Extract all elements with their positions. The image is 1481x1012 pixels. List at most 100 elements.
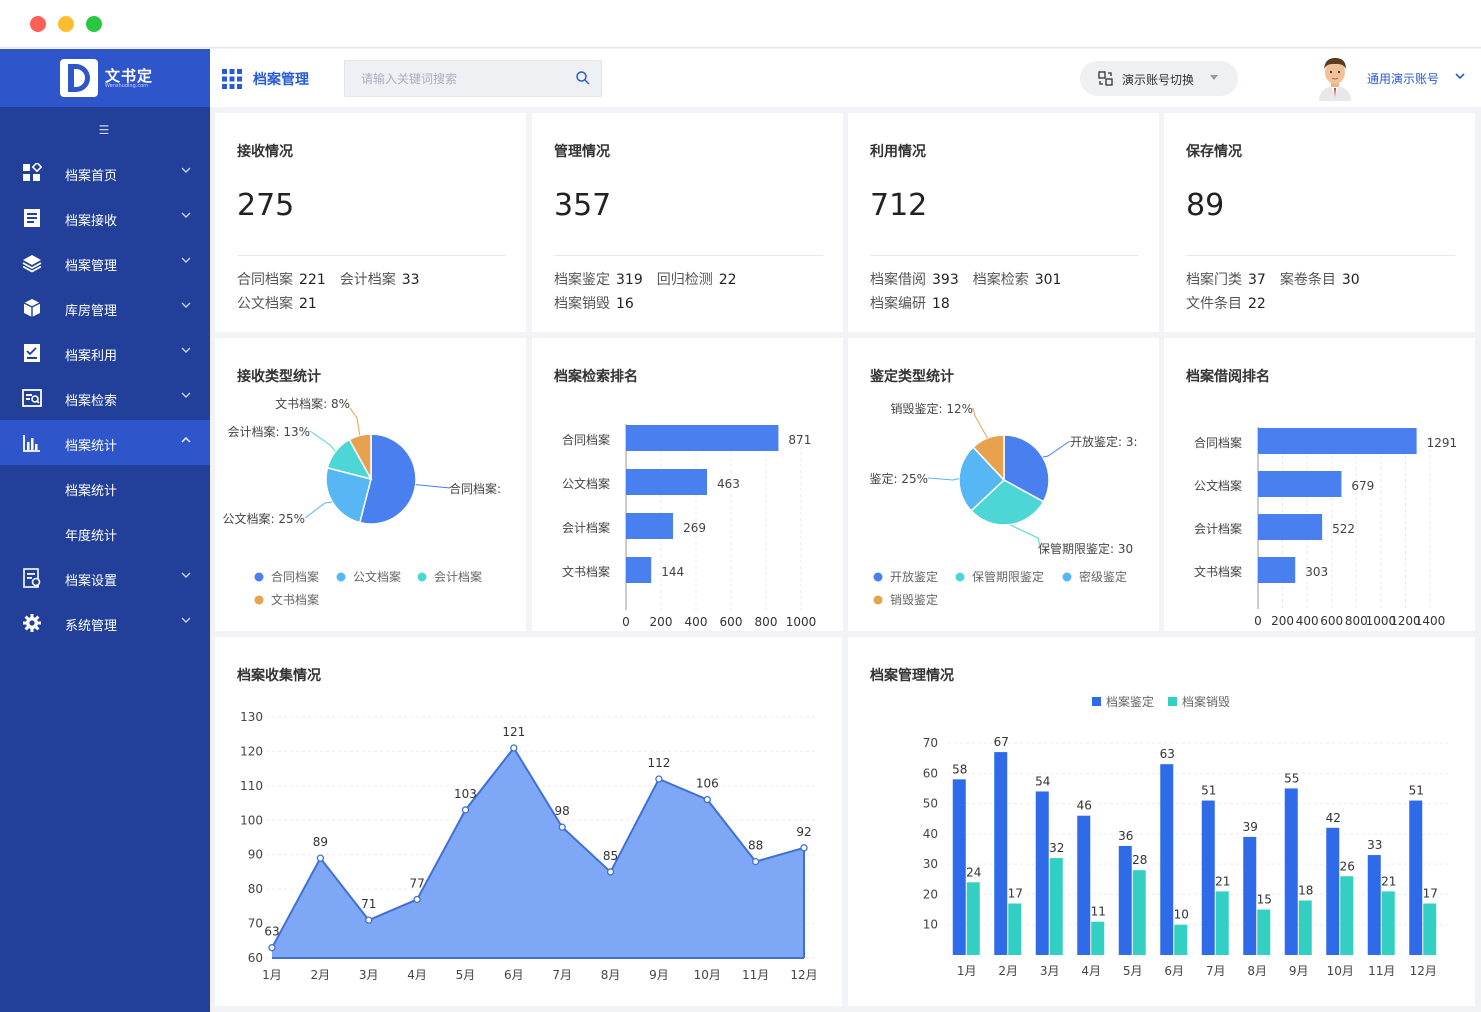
bar <box>1174 924 1188 955</box>
bar <box>626 425 779 451</box>
stat-line: 档案鉴定 319 回归检测 22 <box>554 269 751 289</box>
x-tick-label: 4月 <box>407 968 427 982</box>
x-tick-label: 1月 <box>957 964 977 978</box>
search-icon[interactable] <box>575 70 591 86</box>
data-point <box>413 895 421 904</box>
stat-label: 公文档案 <box>237 296 293 312</box>
stat-value: 393 <box>932 272 959 288</box>
x-tick-label: 5月 <box>456 968 476 982</box>
maximize-window-button[interactable] <box>86 16 102 32</box>
divider <box>554 255 823 256</box>
sidebar-item-statistics[interactable]: 档案统计 <box>0 420 210 465</box>
chevron-down-icon <box>181 347 191 353</box>
x-tick-label: 3月 <box>1040 964 1060 978</box>
menu-collapse-icon[interactable]: ☰ <box>97 124 111 136</box>
bar <box>626 513 674 539</box>
data-point <box>558 823 566 831</box>
brand-sub: Wenshuding.com <box>105 83 149 89</box>
sidebar-item-label: 档案利用 <box>65 349 118 364</box>
pie-label: 保管期限鉴定: 30 <box>1038 541 1133 556</box>
close-window-button[interactable] <box>30 16 46 32</box>
sidebar-item-manage[interactable]: 档案管理 <box>0 240 210 285</box>
sidebar-item-search[interactable]: 档案检索 <box>0 375 210 420</box>
y-tick-label: 公文档案 <box>1194 478 1242 493</box>
x-tick-label: 2月 <box>998 964 1018 978</box>
chevron-down-icon <box>181 212 191 218</box>
logo-area[interactable]: 文书定 Wenshuding.com <box>0 49 210 107</box>
pie-chart-appraisal-type: 开放鉴定: 3: 保管期限鉴定: 30 鉴定: 25% 销毁鉴定: 12% 开放鉴定 保管… <box>869 401 1137 607</box>
stat-value: 18 <box>932 296 950 312</box>
legend-marker <box>955 572 965 582</box>
sidebar-subitem-annual[interactable]: 年度统计 <box>0 510 210 555</box>
bar <box>1381 891 1395 955</box>
pie-label-line <box>304 501 333 519</box>
legend-label: 保管期限鉴定 <box>972 569 1044 584</box>
x-tick-label: 1月 <box>262 968 282 982</box>
sidebar-item-settings[interactable]: 档案设置 <box>0 555 210 600</box>
sidebar-subitem-label: 档案统计 <box>65 484 118 499</box>
y-tick-label: 80 <box>248 882 263 896</box>
chevron-down-icon <box>181 572 191 578</box>
legend-label: 密级鉴定 <box>1079 569 1127 584</box>
page-title: 档案管理 <box>253 72 309 88</box>
bar <box>1298 900 1312 955</box>
chevron-down-icon <box>181 257 191 263</box>
sidebar-item-label: 档案检索 <box>65 394 118 409</box>
legend-label: 销毁鉴定 <box>890 592 938 607</box>
card-title: 保存情况 <box>1186 144 1242 160</box>
pie-label: 公文档案: 25% <box>222 511 305 526</box>
x-tick-label: 7月 <box>1206 964 1226 978</box>
stat-label: 案卷条目 <box>1279 272 1336 288</box>
legend-label: 公文档案 <box>353 569 401 584</box>
bar <box>1367 855 1381 955</box>
x-tick-label: 7月 <box>552 968 572 982</box>
data-label: 21 <box>1381 874 1396 888</box>
y-tick-label: 会计档案 <box>562 520 610 535</box>
bar <box>1215 891 1229 955</box>
chart-card-borrow-rank: 档案借阅排名 0 200 400 600 800 1000 1200 1400 合同档案 1291… <box>1164 338 1475 631</box>
x-tick-label: 600 <box>1320 614 1343 628</box>
data-label: 89 <box>313 835 328 849</box>
bar <box>1258 428 1417 454</box>
data-label: 121 <box>502 725 525 739</box>
data-label: 303 <box>1305 565 1328 579</box>
switch-account-icon <box>1098 71 1113 86</box>
sidebar-item-home[interactable]: 档案首页 <box>0 150 210 195</box>
bar <box>1160 764 1174 955</box>
sidebar-item-label: 库房管理 <box>65 304 118 319</box>
chevron-down-icon[interactable] <box>1455 71 1465 81</box>
bar <box>952 779 966 955</box>
user-name[interactable]: 通用演示账号 <box>1367 70 1439 87</box>
avatar[interactable] <box>1317 55 1353 101</box>
sidebar-item-receive[interactable]: 档案接收 <box>0 195 210 240</box>
sidebar-item-system[interactable]: 系统管理 <box>0 600 210 645</box>
data-label: 32 <box>1049 841 1064 855</box>
data-label: 871 <box>788 433 811 447</box>
stat-label: 会计档案 <box>339 272 396 288</box>
sidebar-item-use[interactable]: 档案利用 <box>0 330 210 375</box>
sidebar-item-label: 档案统计 <box>65 439 118 454</box>
apps-grid-icon[interactable] <box>222 69 242 89</box>
stat-label: 文件条目 <box>1186 296 1242 312</box>
sidebar-item-warehouse[interactable]: 库房管理 <box>0 285 210 330</box>
data-label: 10 <box>1174 908 1189 922</box>
y-tick-label: 70 <box>248 917 263 931</box>
data-label: 28 <box>1132 853 1147 867</box>
data-point <box>655 775 663 783</box>
summary-card-storage: 保存情况 89 档案门类 37 案卷条目 30 文件条目 22 <box>1164 113 1475 332</box>
data-label: 98 <box>555 804 570 818</box>
data-label: 54 <box>1035 774 1050 788</box>
bar <box>1284 788 1298 955</box>
bar <box>1258 514 1323 540</box>
account-switch-label: 演示账号切换 <box>1122 73 1195 87</box>
x-tick-label: 200 <box>650 615 673 629</box>
stat-label: 档案检索 <box>972 272 1029 288</box>
minimize-window-button[interactable] <box>58 16 74 32</box>
box-icon <box>23 299 41 317</box>
account-switch-button[interactable]: 演示账号切换 <box>1080 61 1238 96</box>
sidebar-subitem-statistics[interactable]: 档案统计 <box>0 465 210 510</box>
stat-label: 档案销毁 <box>554 296 610 312</box>
bar <box>626 557 652 583</box>
search-input[interactable] <box>361 70 561 88</box>
bar <box>1008 903 1022 955</box>
